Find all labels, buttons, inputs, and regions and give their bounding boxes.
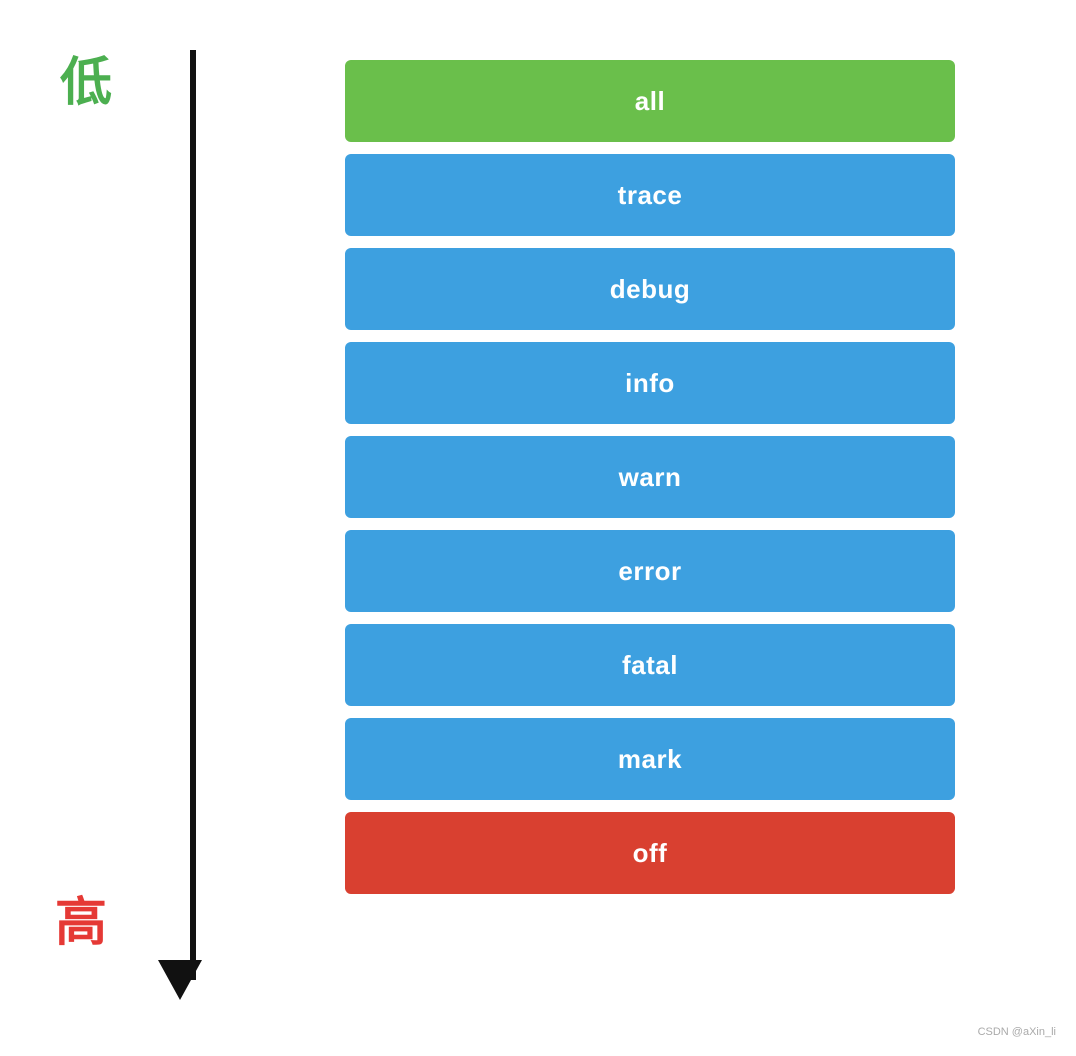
watermark: CSDN @aXin_li — [978, 1026, 1056, 1038]
level-item-error: error — [345, 530, 955, 612]
level-item-info: info — [345, 342, 955, 424]
arrow-head — [158, 960, 202, 1000]
arrow-shaft — [190, 50, 196, 980]
level-item-off: off — [345, 812, 955, 894]
level-item-fatal: fatal — [345, 624, 955, 706]
level-item-debug: debug — [345, 248, 955, 330]
level-item-mark: mark — [345, 718, 955, 800]
label-high: 高 — [55, 880, 107, 955]
levels-list: all trace debug info warn error fatal ma… — [345, 60, 955, 894]
level-item-trace: trace — [345, 154, 955, 236]
level-item-all: all — [345, 60, 955, 142]
label-low: 低 — [60, 40, 112, 115]
page-container: 低 高 all trace debug info warn error fata… — [0, 0, 1076, 1056]
level-item-warn: warn — [345, 436, 955, 518]
